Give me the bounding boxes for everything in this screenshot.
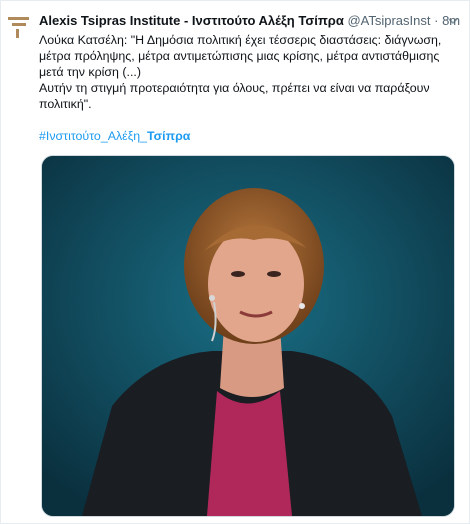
tweet-content: Alexis Tsipras Institute - Ινστιτούτο Αλ… [39,12,461,144]
display-name[interactable]: Alexis Tsipras Institute - Ινστιτούτο Αλ… [39,13,344,28]
tweet-text-paragraph-1: Λούκα Κατσέλη: "Η Δημόσια πολιτική έχει … [39,33,442,79]
hashtag-bold: Τσίπρα [147,129,191,143]
hashtag-link[interactable]: #Ινστιτούτο_Αλέξη_Τσίπρα [39,128,461,144]
tweet-media-photo[interactable] [41,155,455,517]
tweet-card[interactable]: Alexis Tsipras Institute - Ινστιτούτο Αλ… [0,0,470,524]
separator-dot: · [434,13,439,28]
institute-logo-icon[interactable] [7,11,31,41]
speaker-photo [42,156,454,516]
hashtag-prefix: #Ινστιτούτο_Αλέξη_ [39,129,148,143]
tweet-text: Λούκα Κατσέλη: "Η Δημόσια πολιτική έχει … [39,32,461,112]
tweet-text-paragraph-2: Αυτήν τη στιγμή προτεραιότητα για όλους,… [39,81,430,111]
user-handle[interactable]: @ATsiprasInst [347,13,430,28]
timestamp[interactable]: 8m [442,13,460,28]
tweet-header: Alexis Tsipras Institute - Ινστιτούτο Αλ… [39,12,461,29]
